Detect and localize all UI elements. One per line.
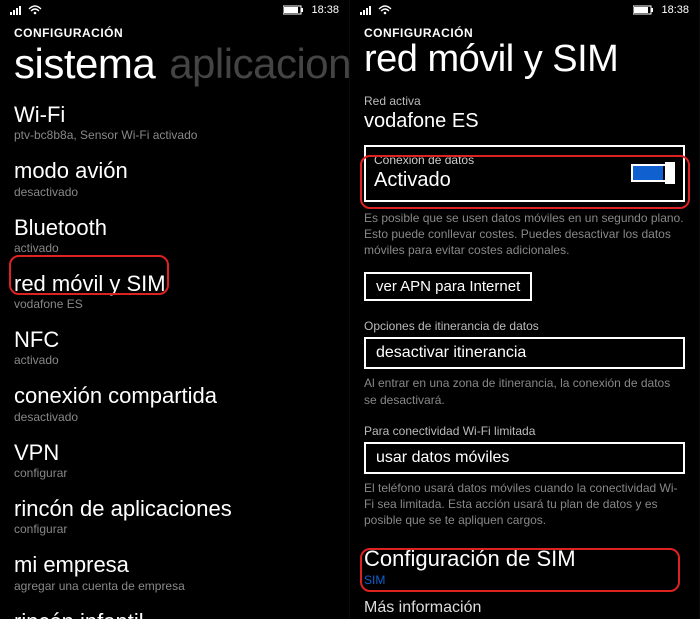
list-item-airplane[interactable]: modo avión desactivado [14,152,335,208]
sim-config-title: Configuración de SIM [364,546,685,572]
status-bar: 18:38 [0,0,349,18]
signal-icon [360,5,374,15]
list-item-wifi[interactable]: Wi-Fi ptv-bc8b8a, Sensor Wi-Fi activado [14,96,335,152]
item-subtitle: desactivado [14,185,335,199]
item-subtitle: activado [14,353,335,367]
battery-icon [633,5,655,15]
data-connection-value: Activado [374,169,675,192]
settings-header: CONFIGURACIÓN [0,18,349,40]
item-subtitle: configurar [14,522,335,536]
limited-wifi-help: El teléfono usará datos móviles cuando l… [350,480,699,539]
wifi-icon [378,5,392,15]
item-subtitle: agregar una cuenta de empresa [14,579,335,593]
item-title: NFC [14,327,335,352]
status-bar: 18:38 [350,0,699,18]
item-title: Bluetooth [14,215,335,240]
tab-sistema[interactable]: sistema [14,40,155,88]
wifi-icon [28,5,42,15]
limited-wifi-label: Para conectividad Wi-Fi limitada [350,418,699,440]
page-title: red móvil y SIM [350,40,699,88]
item-title: mi empresa [14,552,335,577]
item-subtitle: activado [14,241,335,255]
settings-header: CONFIGURACIÓN [350,18,699,40]
item-title: rincón de aplicaciones [14,496,335,521]
more-info-link[interactable]: Más información [350,589,699,617]
list-item-nfc[interactable]: NFC activado [14,321,335,377]
active-network-value: vodafone ES [350,110,699,143]
item-subtitle: configurar [14,466,335,480]
screen-settings-list: 18:38 CONFIGURACIÓN sistema aplicaciones… [0,0,350,619]
data-connection-toggle[interactable] [631,164,675,182]
item-subtitle: vodafone ES [14,297,335,311]
list-item-kids-corner[interactable]: rincón infantil desactivado [14,603,335,619]
data-connection-label: Conexión de datos [374,153,675,167]
data-connection-help: Es posible que se usen datos móviles en … [350,210,699,269]
status-time: 18:38 [311,4,339,16]
list-item-bluetooth[interactable]: Bluetooth activado [14,209,335,265]
item-title: rincón infantil [14,609,335,619]
limited-wifi-select[interactable]: usar datos móviles [364,442,685,474]
sim-config-subtitle: SIM [364,573,685,587]
item-title: red móvil y SIM [14,271,335,296]
battery-icon [283,5,305,15]
screen-mobile-sim: 18:38 CONFIGURACIÓN red móvil y SIM Red … [350,0,700,619]
item-title: conexión compartida [14,383,335,408]
status-time: 18:38 [661,4,689,16]
roaming-select[interactable]: desactivar itinerancia [364,337,685,369]
item-subtitle: desactivado [14,410,335,424]
roaming-label: Opciones de itinerancia de datos [350,313,699,335]
roaming-help: Al entrar en una zona de itinerancia, la… [350,375,699,417]
item-title: modo avión [14,158,335,183]
data-connection-block[interactable]: Conexión de datos Activado [364,145,685,202]
item-title: Wi-Fi [14,102,335,127]
signal-icon [10,5,24,15]
settings-list: Wi-Fi ptv-bc8b8a, Sensor Wi-Fi activado … [0,96,349,619]
list-item-shared-connection[interactable]: conexión compartida desactivado [14,377,335,433]
item-subtitle: ptv-bc8b8a, Sensor Wi-Fi activado [14,128,335,142]
active-network-label: Red activa [350,88,699,110]
list-item-apps-corner[interactable]: rincón de aplicaciones configurar [14,490,335,546]
list-item-mobile-sim[interactable]: red móvil y SIM vodafone ES [14,265,335,321]
view-apn-button[interactable]: ver APN para Internet [364,272,532,301]
pivot-tabs: sistema aplicaciones [0,40,349,96]
list-item-company[interactable]: mi empresa agregar una cuenta de empresa [14,546,335,602]
tab-aplicaciones[interactable]: aplicaciones [169,40,349,88]
item-title: VPN [14,440,335,465]
sim-config-item[interactable]: Configuración de SIM SIM [350,538,699,589]
list-item-vpn[interactable]: VPN configurar [14,434,335,490]
